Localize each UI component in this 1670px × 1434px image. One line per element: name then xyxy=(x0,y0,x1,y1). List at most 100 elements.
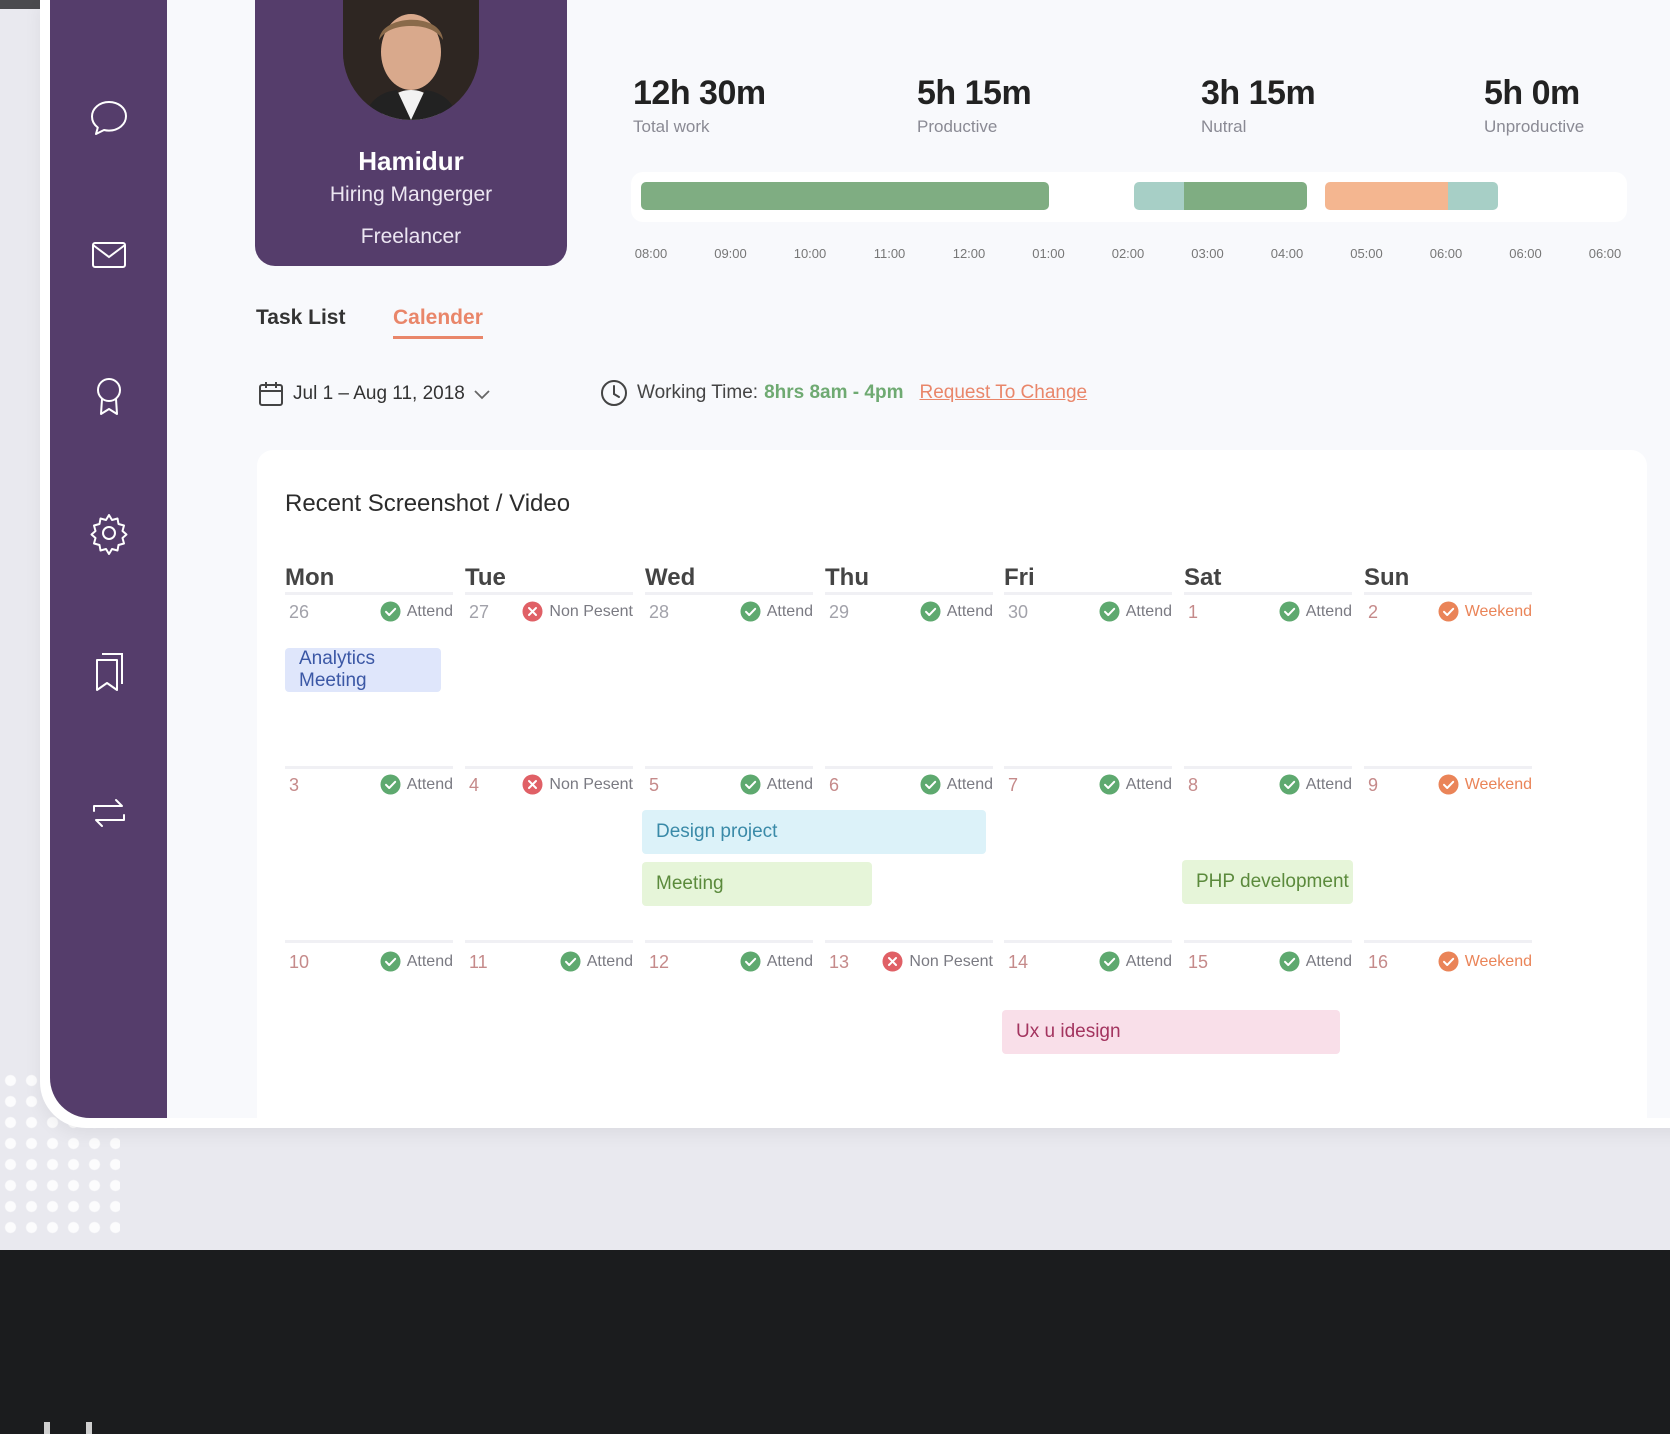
day-number[interactable]: 9 xyxy=(1368,775,1378,796)
sidebar-item-settings[interactable] xyxy=(86,510,132,556)
stat-value: 5h 15m xyxy=(917,74,1032,112)
avatar-photo xyxy=(343,0,479,120)
calendar-event[interactable]: Meeting xyxy=(642,862,872,906)
avatar xyxy=(343,0,479,120)
cell-divider xyxy=(825,592,993,595)
check-circle-icon xyxy=(380,951,401,972)
timeline-segment-unproductive xyxy=(1325,182,1448,210)
day-number[interactable]: 30 xyxy=(1008,602,1028,623)
cell-divider xyxy=(825,940,993,943)
timeline-tick: 06:00 xyxy=(1509,246,1542,261)
chat-icon xyxy=(91,101,127,135)
day-number[interactable]: 14 xyxy=(1008,952,1028,973)
mail-icon xyxy=(92,242,126,268)
attendance-status-label: Attend xyxy=(586,952,633,970)
day-number[interactable]: 16 xyxy=(1368,952,1388,973)
stat-value: 5h 0m xyxy=(1484,74,1580,112)
attendance-status: Non Pesent xyxy=(522,601,633,622)
cell-divider xyxy=(1004,766,1172,769)
attendance-status-label: Attend xyxy=(766,775,813,793)
cell-divider xyxy=(285,592,453,595)
timeline-tick: 02:00 xyxy=(1111,246,1145,261)
cell-divider xyxy=(1364,592,1532,595)
date-range-picker[interactable]: Jul 1 – Aug 11, 2018 xyxy=(257,380,493,408)
attendance-status-label: Attend xyxy=(1125,952,1172,970)
cell-divider xyxy=(1184,940,1352,943)
request-change-link[interactable]: Request To Change xyxy=(919,382,1087,404)
attendance-status-label: Attend xyxy=(946,602,993,620)
check-circle-icon xyxy=(920,774,941,795)
day-number[interactable]: 15 xyxy=(1188,952,1208,973)
attendance-status-label: Weekend xyxy=(1464,775,1532,793)
day-number[interactable]: 1 xyxy=(1188,602,1198,623)
tab-task-list[interactable]: Task List xyxy=(256,306,345,330)
day-number[interactable]: 5 xyxy=(649,775,659,796)
calendar-event[interactable]: Design project xyxy=(642,810,986,854)
day-header-sun: Sun xyxy=(1364,564,1410,591)
check-circle-icon xyxy=(1279,601,1300,622)
day-number[interactable]: 29 xyxy=(829,602,849,623)
day-number[interactable]: 11 xyxy=(469,952,488,973)
check-circle-icon xyxy=(380,774,401,795)
day-number[interactable]: 7 xyxy=(1008,775,1018,796)
weekend-check-icon xyxy=(1438,951,1459,972)
stat-label: Nutral xyxy=(1201,117,1247,136)
x-circle-icon xyxy=(882,951,903,972)
day-number[interactable]: 10 xyxy=(289,952,309,973)
calendar-event[interactable]: Ux u idesign xyxy=(1002,1010,1340,1054)
attendance-status-label: Non Pesent xyxy=(549,775,633,793)
cell-divider xyxy=(1184,592,1352,595)
day-header-mon: Mon xyxy=(285,564,335,591)
tab-calender[interactable]: Calender xyxy=(393,306,483,339)
calendar-icon xyxy=(259,382,283,406)
attendance-status-label: Attend xyxy=(1305,602,1352,620)
timeline-tick: 12:00 xyxy=(952,246,986,261)
sidebar-item-transfer[interactable] xyxy=(86,790,132,836)
day-number[interactable]: 2 xyxy=(1368,602,1378,623)
day-number[interactable]: 28 xyxy=(649,602,669,623)
timeline-tick: 09:00 xyxy=(714,246,747,261)
day-number[interactable]: 26 xyxy=(289,602,309,623)
profile-role: Hiring Mangerger xyxy=(329,183,493,206)
sidebar-item-chat[interactable] xyxy=(86,94,132,140)
attendance-status-label: Attend xyxy=(1125,775,1172,793)
panel-title: Recent Screenshot / Video xyxy=(285,490,571,517)
stat-productive: 5h 15m Productive xyxy=(917,74,1032,137)
day-number[interactable]: 27 xyxy=(469,602,489,623)
cell-divider xyxy=(825,766,993,769)
stat-label: Productive xyxy=(917,117,998,136)
sidebar xyxy=(50,0,167,1118)
day-header-fri: Fri xyxy=(1004,564,1035,591)
sidebar-item-mail[interactable] xyxy=(86,232,132,278)
day-number[interactable]: 6 xyxy=(829,775,839,796)
day-number[interactable]: 4 xyxy=(469,775,479,796)
stat-value: 12h 30m xyxy=(633,74,766,112)
day-number[interactable]: 8 xyxy=(1188,775,1198,796)
attendance-status: Attend xyxy=(1099,951,1172,972)
day-number[interactable]: 12 xyxy=(649,952,669,973)
check-circle-icon xyxy=(1099,601,1120,622)
cell-divider xyxy=(285,766,453,769)
cell-divider xyxy=(465,940,633,943)
cell-divider xyxy=(465,592,633,595)
award-icon xyxy=(97,378,121,415)
attendance-status-label: Attend xyxy=(1305,775,1352,793)
day-number[interactable]: 13 xyxy=(829,952,849,973)
sidebar-item-bookmarks[interactable] xyxy=(86,648,132,694)
timeline-tick: 06:00 xyxy=(1588,246,1622,261)
activity-timeline xyxy=(631,172,1627,222)
timeline-tick: 08:00 xyxy=(634,246,668,261)
calendar-panel: Recent Screenshot / Video Mon Tue Wed Thu Fr… xyxy=(257,450,1647,1128)
attendance-status: Weekend xyxy=(1438,601,1532,622)
calendar-event[interactable]: Analytics Meeting xyxy=(285,648,441,692)
check-circle-icon xyxy=(740,601,761,622)
chevron-down-icon xyxy=(474,390,490,400)
timeline-tick: 03:00 xyxy=(1191,246,1224,261)
sidebar-item-award[interactable] xyxy=(86,372,132,418)
attendance-status: Weekend xyxy=(1438,951,1532,972)
day-header-thu: Thu xyxy=(825,564,869,591)
calendar-event[interactable]: PHP development xyxy=(1182,860,1353,904)
attendance-status: Attend xyxy=(380,774,453,795)
attendance-status: Attend xyxy=(380,601,453,622)
day-number[interactable]: 3 xyxy=(289,775,299,796)
